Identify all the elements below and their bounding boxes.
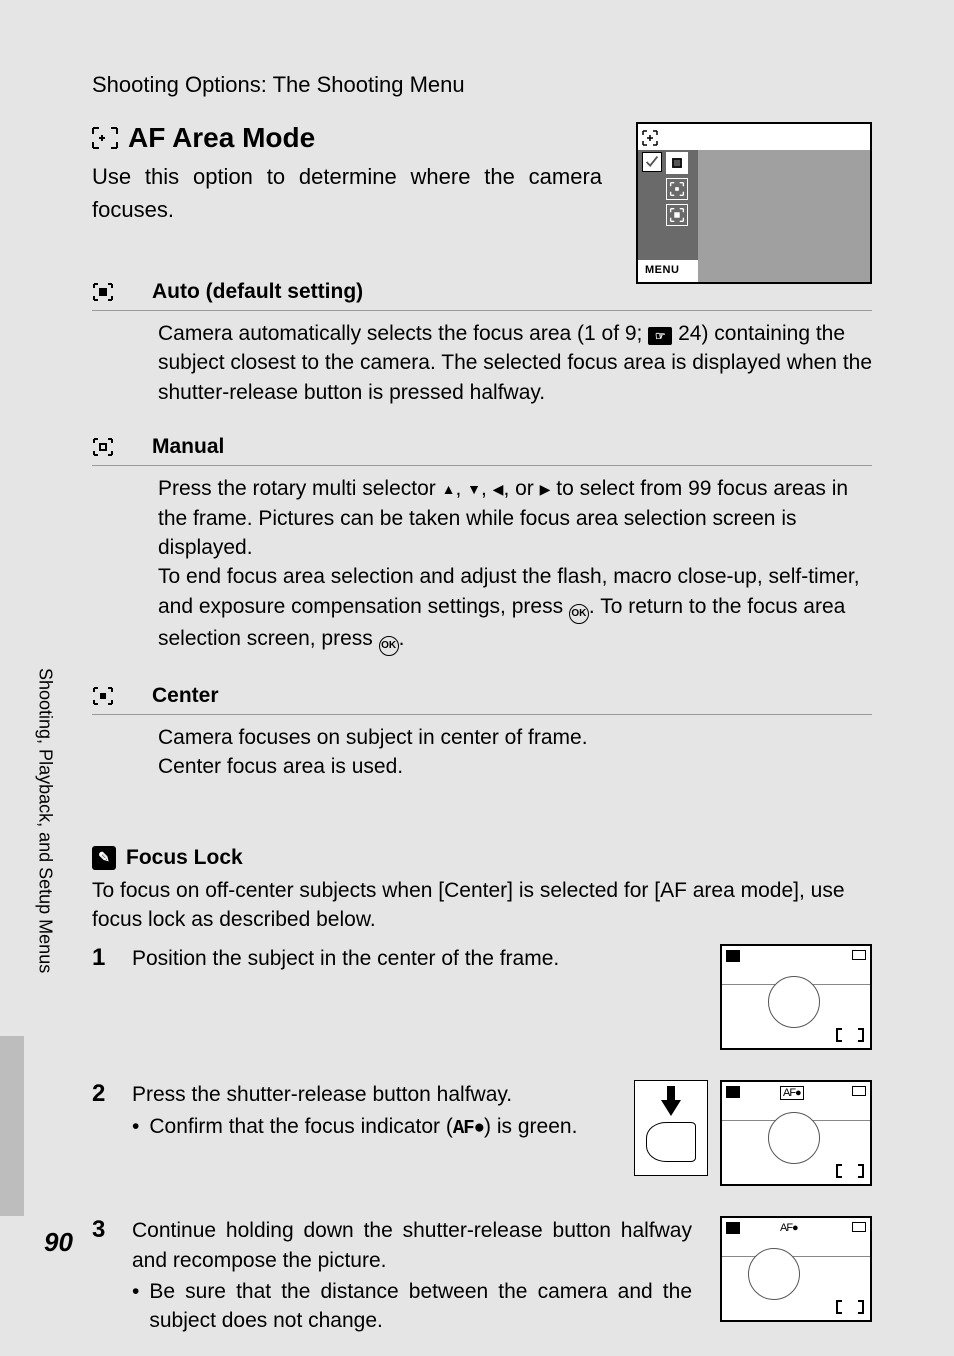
af-status-icon: AF● — [780, 1086, 804, 1100]
left-arrow-icon: ◀ — [493, 480, 504, 500]
step-3-text: Continue holding down the shutter-releas… — [132, 1219, 692, 1271]
def-auto-title: Auto (default setting) — [152, 280, 363, 304]
def-manual-body: Press the rotary multi selector ▲, ▼, ◀,… — [92, 466, 872, 670]
note-icon: ✎ — [92, 846, 116, 870]
menu-option-auto-icon — [666, 152, 688, 174]
camera-mode-icon — [726, 1086, 740, 1098]
def-center-title: Center — [152, 684, 219, 708]
step-number: 3 — [92, 1216, 114, 1336]
up-arrow-icon: ▲ — [442, 480, 456, 500]
manual-icon — [92, 437, 114, 457]
menu-label: MENU — [642, 264, 682, 276]
af-area-icon — [92, 127, 118, 149]
def-manual-title: Manual — [152, 435, 224, 459]
def-auto-body: Camera automatically selects the focus a… — [92, 311, 872, 421]
memory-icon — [852, 950, 866, 960]
step-3-bullet: Be sure that the distance between the ca… — [132, 1277, 692, 1336]
step-number: 1 — [92, 944, 114, 1060]
def-center-body: Camera focuses on subject in center of f… — [92, 715, 872, 796]
step-1: 1 Position the subject in the center of … — [92, 944, 872, 1060]
right-arrow-icon: ▶ — [540, 480, 551, 500]
af-indicator-icon: AF● — [453, 1117, 484, 1139]
step-number: 2 — [92, 1080, 114, 1196]
camera-mode-icon — [726, 1222, 740, 1234]
def-auto: Auto (default setting) Camera automatica… — [92, 276, 872, 421]
camera-menu-screenshot: MENU — [636, 122, 872, 284]
step-2-bullet: Confirm that the focus indicator (AF●) i… — [132, 1112, 612, 1142]
step-3: 3 Continue holding down the shutter-rele… — [92, 1216, 872, 1336]
def-center: Center Camera focuses on subject in cent… — [92, 680, 872, 796]
step-2: 2 Press the shutter-release button halfw… — [92, 1080, 872, 1196]
side-index-tab — [0, 1036, 24, 1216]
page-number: 90 — [44, 1227, 73, 1258]
focus-lock-title: Focus Lock — [126, 846, 243, 870]
lcd-thumbnail-2: AF● — [720, 1080, 872, 1186]
af-area-menu-icon — [642, 130, 658, 146]
focus-lock-intro: To focus on off-center subjects when [Ce… — [92, 876, 872, 935]
breadcrumb: Shooting Options: The Shooting Menu — [92, 72, 465, 98]
lcd-thumbnail-3: AF● — [720, 1216, 872, 1322]
memory-icon — [852, 1222, 866, 1232]
ok-button-icon: OK — [379, 636, 399, 656]
section-side-label: Shooting, Playback, and Setup Menus — [30, 668, 60, 1028]
auto-icon — [92, 282, 114, 302]
checkmark-icon — [642, 152, 662, 172]
page-ref-icon: ☞ — [648, 327, 672, 345]
step-1-text: Position the subject in the center of th… — [132, 947, 559, 970]
half-press-illustration — [634, 1080, 708, 1176]
def-manual: Manual Press the rotary multi selector ▲… — [92, 431, 872, 670]
center-icon — [92, 686, 114, 706]
step-2-text: Press the shutter-release button halfway… — [132, 1083, 512, 1106]
menu-option-manual-icon — [666, 178, 688, 200]
camera-mode-icon — [726, 950, 740, 962]
memory-icon — [852, 1086, 866, 1096]
lcd-thumbnail-1 — [720, 944, 872, 1050]
focus-lock-heading: ✎ Focus Lock — [92, 846, 872, 870]
af-status-icon: AF● — [780, 1222, 798, 1234]
page-title-text: AF Area Mode — [128, 122, 315, 154]
menu-option-center-icon — [666, 204, 688, 226]
intro-text: Use this option to determine where the c… — [92, 160, 602, 226]
ok-button-icon: OK — [569, 604, 589, 624]
down-arrow-icon: ▼ — [467, 480, 481, 500]
